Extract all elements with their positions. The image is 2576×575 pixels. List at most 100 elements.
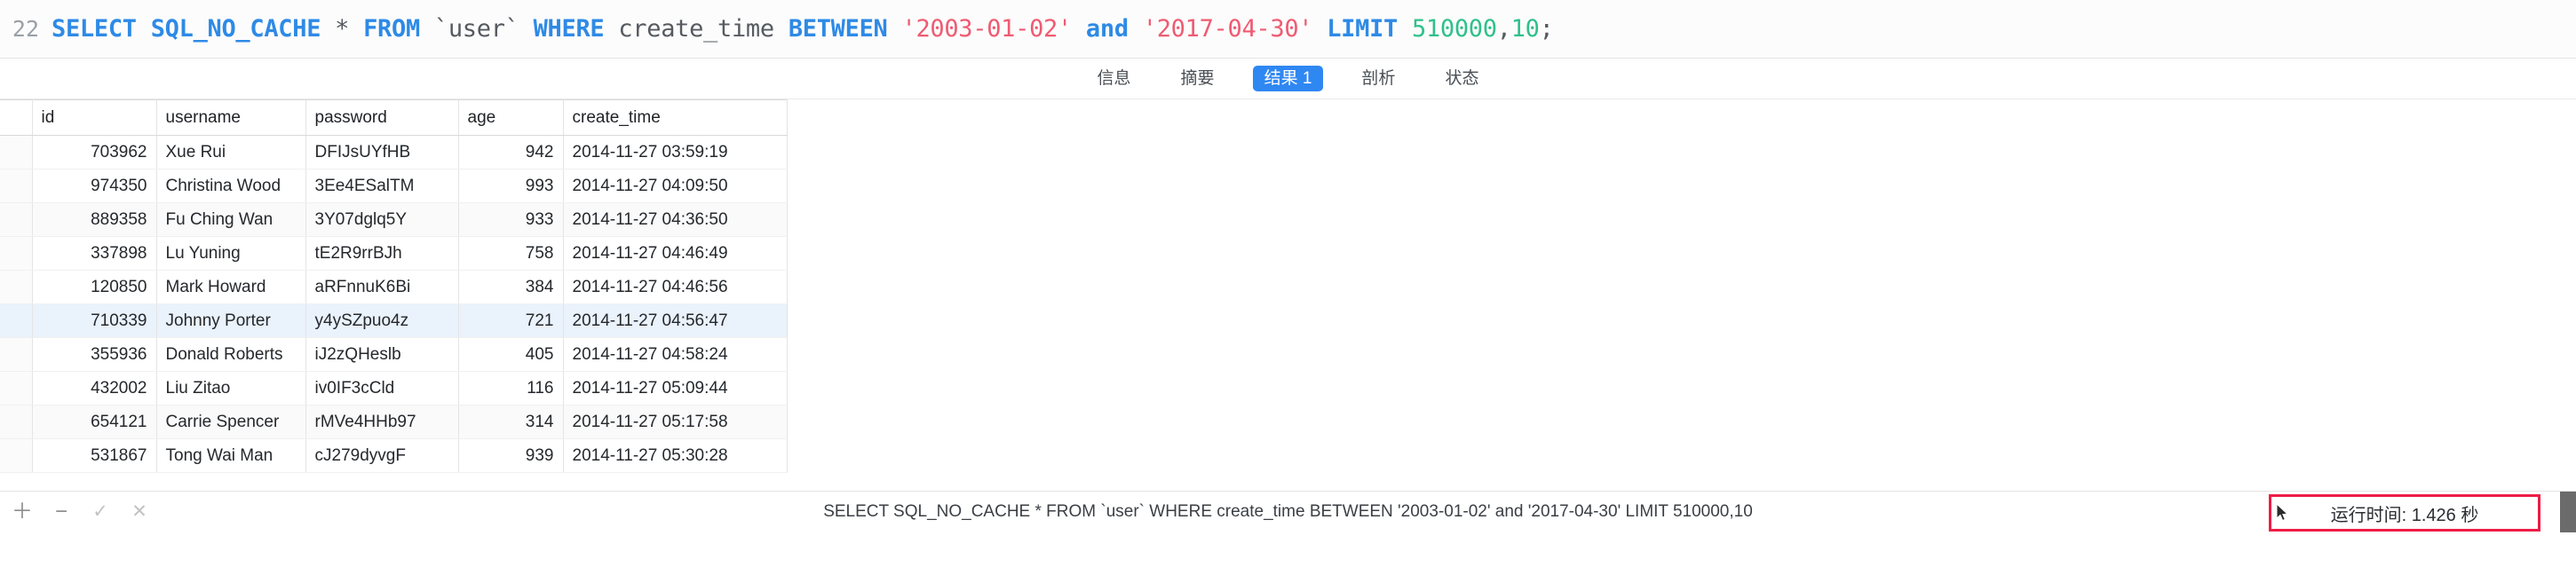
confirm-icon[interactable]: ✓ bbox=[91, 502, 110, 522]
cell-create_time[interactable]: 2014-11-27 04:58:24 bbox=[563, 337, 788, 372]
cell-username[interactable]: Christina Wood bbox=[156, 169, 306, 203]
cell-username[interactable]: Lu Yuning bbox=[156, 236, 306, 271]
row-selector-cell[interactable] bbox=[0, 202, 33, 237]
cell-id[interactable]: 432002 bbox=[32, 371, 157, 406]
row-selector-cell[interactable] bbox=[0, 405, 33, 439]
cell-create_time[interactable]: 2014-11-27 04:46:56 bbox=[563, 270, 788, 304]
cell-create_time[interactable]: 2014-11-27 04:46:49 bbox=[563, 236, 788, 271]
sql-token-4: * bbox=[335, 15, 350, 43]
cell-age[interactable]: 116 bbox=[458, 371, 564, 406]
add-row-icon[interactable]: ＋ bbox=[12, 500, 33, 522]
row-selector-cell[interactable] bbox=[0, 236, 33, 271]
row-selector-cell[interactable] bbox=[0, 270, 33, 304]
row-selector-cell[interactable] bbox=[0, 169, 33, 203]
cell-age[interactable]: 384 bbox=[458, 270, 564, 304]
cell-age[interactable]: 758 bbox=[458, 236, 564, 271]
result-tab-2[interactable]: 结果 1 bbox=[1252, 66, 1324, 91]
cell-id[interactable]: 710339 bbox=[32, 303, 157, 338]
row-selector-cell[interactable] bbox=[0, 337, 33, 372]
sql-token-18: and bbox=[1085, 15, 1129, 43]
cell-age[interactable]: 942 bbox=[458, 135, 564, 169]
cell-username[interactable]: Tong Wai Man bbox=[156, 438, 306, 473]
cell-id[interactable]: 120850 bbox=[32, 270, 157, 304]
sql-token-21 bbox=[1312, 15, 1327, 43]
cell-username[interactable]: Johnny Porter bbox=[156, 303, 306, 338]
result-tab-1[interactable]: 摘要 bbox=[1169, 66, 1226, 91]
row-selector-header[interactable] bbox=[0, 99, 33, 136]
sql-token-5 bbox=[349, 15, 363, 43]
result-tab-4[interactable]: 状态 bbox=[1433, 66, 1490, 91]
cell-id[interactable]: 531867 bbox=[32, 438, 157, 473]
cell-create_time[interactable]: 2014-11-27 04:36:50 bbox=[563, 202, 788, 237]
cell-id[interactable]: 889358 bbox=[32, 202, 157, 237]
table-row[interactable]: 703962 Xue Rui DFIJsUYfHB 942 2014-11-27 03:… bbox=[0, 135, 788, 169]
sql-editor-line[interactable]: 22 SELECT SQL_NO_CACHE * FROM `user` WHE… bbox=[0, 0, 2576, 59]
cell-password[interactable]: 3Y07dglq5Y bbox=[305, 202, 459, 237]
cell-create_time[interactable]: 2014-11-27 05:09:44 bbox=[563, 371, 788, 406]
cancel-icon[interactable]: ✕ bbox=[130, 502, 149, 522]
row-selector-cell[interactable] bbox=[0, 438, 33, 473]
cell-id[interactable]: 654121 bbox=[32, 405, 157, 439]
cell-id[interactable]: 337898 bbox=[32, 236, 157, 271]
sql-token-6: FROM bbox=[363, 15, 420, 43]
cell-create_time[interactable]: 2014-11-27 04:09:50 bbox=[563, 169, 788, 203]
cell-id[interactable]: 974350 bbox=[32, 169, 157, 203]
table-row[interactable]: 654121 Carrie Spencer rMVe4HHb97 314 2014-11… bbox=[0, 405, 788, 439]
cell-password[interactable]: y4ySZpuo4z bbox=[305, 303, 459, 338]
result-tab-0[interactable]: 信息 bbox=[1086, 66, 1143, 91]
sql-token-25: , bbox=[1496, 15, 1511, 43]
result-tab-3[interactable]: 剖析 bbox=[1350, 66, 1407, 91]
cell-username[interactable]: Donald Roberts bbox=[156, 337, 306, 372]
column-header-password[interactable]: password bbox=[305, 99, 459, 136]
cell-age[interactable]: 993 bbox=[458, 169, 564, 203]
row-selector-cell[interactable] bbox=[0, 371, 33, 406]
cell-age[interactable]: 939 bbox=[458, 438, 564, 473]
column-header-age[interactable]: age bbox=[458, 99, 564, 136]
grid-header-row: id username password age create_time bbox=[0, 99, 788, 136]
column-header-create_time[interactable]: create_time bbox=[563, 99, 788, 136]
sql-token-8: `user` bbox=[433, 15, 519, 43]
cell-create_time[interactable]: 2014-11-27 03:59:19 bbox=[563, 135, 788, 169]
cell-id[interactable]: 703962 bbox=[32, 135, 157, 169]
cell-create_time[interactable]: 2014-11-27 04:56:47 bbox=[563, 303, 788, 338]
row-selector-cell[interactable] bbox=[0, 303, 33, 338]
cell-id[interactable]: 355936 bbox=[32, 337, 157, 372]
cell-username[interactable]: Liu Zitao bbox=[156, 371, 306, 406]
column-header-username[interactable]: username bbox=[156, 99, 306, 136]
sql-token-27: ; bbox=[1539, 15, 1554, 43]
table-row[interactable]: 355936 Donald Roberts iJ2zQHeslb 405 2014-11… bbox=[0, 337, 788, 372]
cell-age[interactable]: 314 bbox=[458, 405, 564, 439]
cell-username[interactable]: Xue Rui bbox=[156, 135, 306, 169]
cell-password[interactable]: 3Ee4ESalTM bbox=[305, 169, 459, 203]
table-row[interactable]: 710339 Johnny Porter y4ySZpuo4z 721 2014-11-… bbox=[0, 303, 788, 338]
sql-token-15 bbox=[888, 15, 902, 43]
cell-username[interactable]: Fu Ching Wan bbox=[156, 202, 306, 237]
horizontal-scrollbar-end[interactable] bbox=[2560, 492, 2576, 532]
cell-username[interactable]: Mark Howard bbox=[156, 270, 306, 304]
cell-age[interactable]: 933 bbox=[458, 202, 564, 237]
result-grid-container[interactable]: id username password age create_time 703… bbox=[0, 99, 2576, 491]
row-selector-cell[interactable] bbox=[0, 135, 33, 169]
remove-row-icon[interactable]: − bbox=[52, 500, 71, 522]
cell-password[interactable]: iv0IF3cCld bbox=[305, 371, 459, 406]
cell-password[interactable]: DFIJsUYfHB bbox=[305, 135, 459, 169]
cell-password[interactable]: rMVe4HHb97 bbox=[305, 405, 459, 439]
column-header-id[interactable]: id bbox=[32, 99, 157, 136]
cell-password[interactable]: aRFnnuK6Bi bbox=[305, 270, 459, 304]
cell-password[interactable]: tE2R9rrBJh bbox=[305, 236, 459, 271]
table-row[interactable]: 432002 Liu Zitao iv0IF3cCld 116 2014-11-27 0… bbox=[0, 371, 788, 406]
cell-create_time[interactable]: 2014-11-27 05:17:58 bbox=[563, 405, 788, 439]
sql-code-text[interactable]: SELECT SQL_NO_CACHE * FROM `user` WHERE … bbox=[52, 15, 1554, 43]
table-row[interactable]: 531867 Tong Wai Man cJ279dyvgF 939 2014-11-2… bbox=[0, 438, 788, 473]
cell-age[interactable]: 405 bbox=[458, 337, 564, 372]
table-row[interactable]: 974350 Christina Wood 3Ee4ESalTM 993 2014-11… bbox=[0, 169, 788, 203]
cell-create_time[interactable]: 2014-11-27 05:30:28 bbox=[563, 438, 788, 473]
sql-token-13 bbox=[774, 15, 789, 43]
cell-username[interactable]: Carrie Spencer bbox=[156, 405, 306, 439]
cell-password[interactable]: cJ279dyvgF bbox=[305, 438, 459, 473]
table-row[interactable]: 337898 Lu Yuning tE2R9rrBJh 758 2014-11-27 0… bbox=[0, 236, 788, 271]
table-row[interactable]: 120850 Mark Howard aRFnnuK6Bi 384 2014-11-27… bbox=[0, 270, 788, 304]
table-row[interactable]: 889358 Fu Ching Wan 3Y07dglq5Y 933 2014-11-2… bbox=[0, 202, 788, 237]
cell-age[interactable]: 721 bbox=[458, 303, 564, 338]
cell-password[interactable]: iJ2zQHeslb bbox=[305, 337, 459, 372]
